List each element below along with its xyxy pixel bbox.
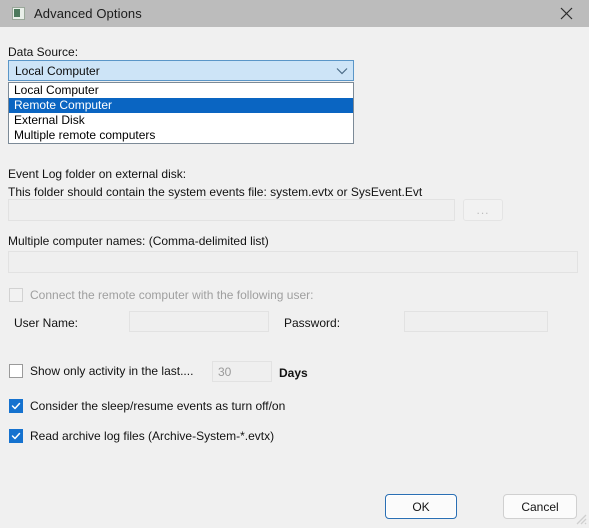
multiple-computers-label: Multiple computer names: (Comma-delimite… — [8, 234, 269, 248]
close-icon[interactable] — [544, 0, 589, 27]
data-source-combobox[interactable]: Local Computer — [8, 60, 354, 81]
days-input[interactable]: 30 — [212, 361, 272, 382]
dropdown-option-local-computer[interactable]: Local Computer — [9, 83, 353, 98]
browse-folder-button[interactable]: ... — [463, 199, 503, 221]
user-name-label: User Name: — [14, 316, 79, 330]
multiple-computers-input[interactable] — [8, 251, 578, 273]
chevron-down-icon[interactable] — [331, 67, 353, 75]
event-log-folder-hint: This folder should contain the system ev… — [8, 185, 423, 199]
password-label: Password: — [284, 316, 341, 330]
checkbox-box-unchecked-disabled — [9, 288, 23, 302]
days-label: Days — [279, 366, 308, 380]
connect-remote-user-checkbox[interactable]: Connect the remote computer with the fol… — [9, 288, 313, 302]
advanced-options-dialog: Advanced Options Data Source: Local Comp… — [0, 0, 589, 527]
password-input[interactable] — [404, 311, 548, 332]
ok-button[interactable]: OK — [385, 494, 457, 519]
user-name-input[interactable] — [129, 311, 269, 332]
consider-sleep-resume-label: Consider the sleep/resume events as turn… — [30, 399, 286, 413]
consider-sleep-resume-checkbox[interactable]: Consider the sleep/resume events as turn… — [9, 399, 285, 413]
checkbox-box-checked — [9, 399, 23, 413]
dropdown-option-external-disk[interactable]: External Disk — [9, 113, 353, 128]
data-source-selected-value: Local Computer — [15, 63, 100, 78]
read-archive-logs-checkbox[interactable]: Read archive log files (Archive-System-*… — [9, 429, 274, 443]
cancel-button[interactable]: Cancel — [503, 494, 577, 519]
connect-remote-user-label: Connect the remote computer with the fol… — [30, 288, 314, 302]
title-bar: Advanced Options — [0, 0, 589, 27]
resize-grip[interactable] — [573, 511, 587, 525]
checkbox-box-unchecked — [9, 364, 23, 378]
data-source-dropdown-list[interactable]: Local Computer Remote Computer External … — [8, 82, 354, 144]
show-only-activity-checkbox[interactable]: Show only activity in the last.... — [9, 364, 193, 378]
window-title: Advanced Options — [34, 6, 142, 21]
app-icon — [12, 6, 26, 21]
data-source-label: Data Source: — [8, 45, 79, 59]
dropdown-option-multiple-remote-computers[interactable]: Multiple remote computers — [9, 128, 353, 143]
checkbox-box-checked — [9, 429, 23, 443]
show-only-activity-label: Show only activity in the last.... — [30, 364, 194, 378]
read-archive-logs-label: Read archive log files (Archive-System-*… — [30, 429, 275, 443]
event-log-folder-input[interactable] — [8, 199, 455, 221]
event-log-folder-label: Event Log folder on external disk: — [8, 167, 187, 181]
dropdown-option-remote-computer[interactable]: Remote Computer — [9, 98, 353, 113]
